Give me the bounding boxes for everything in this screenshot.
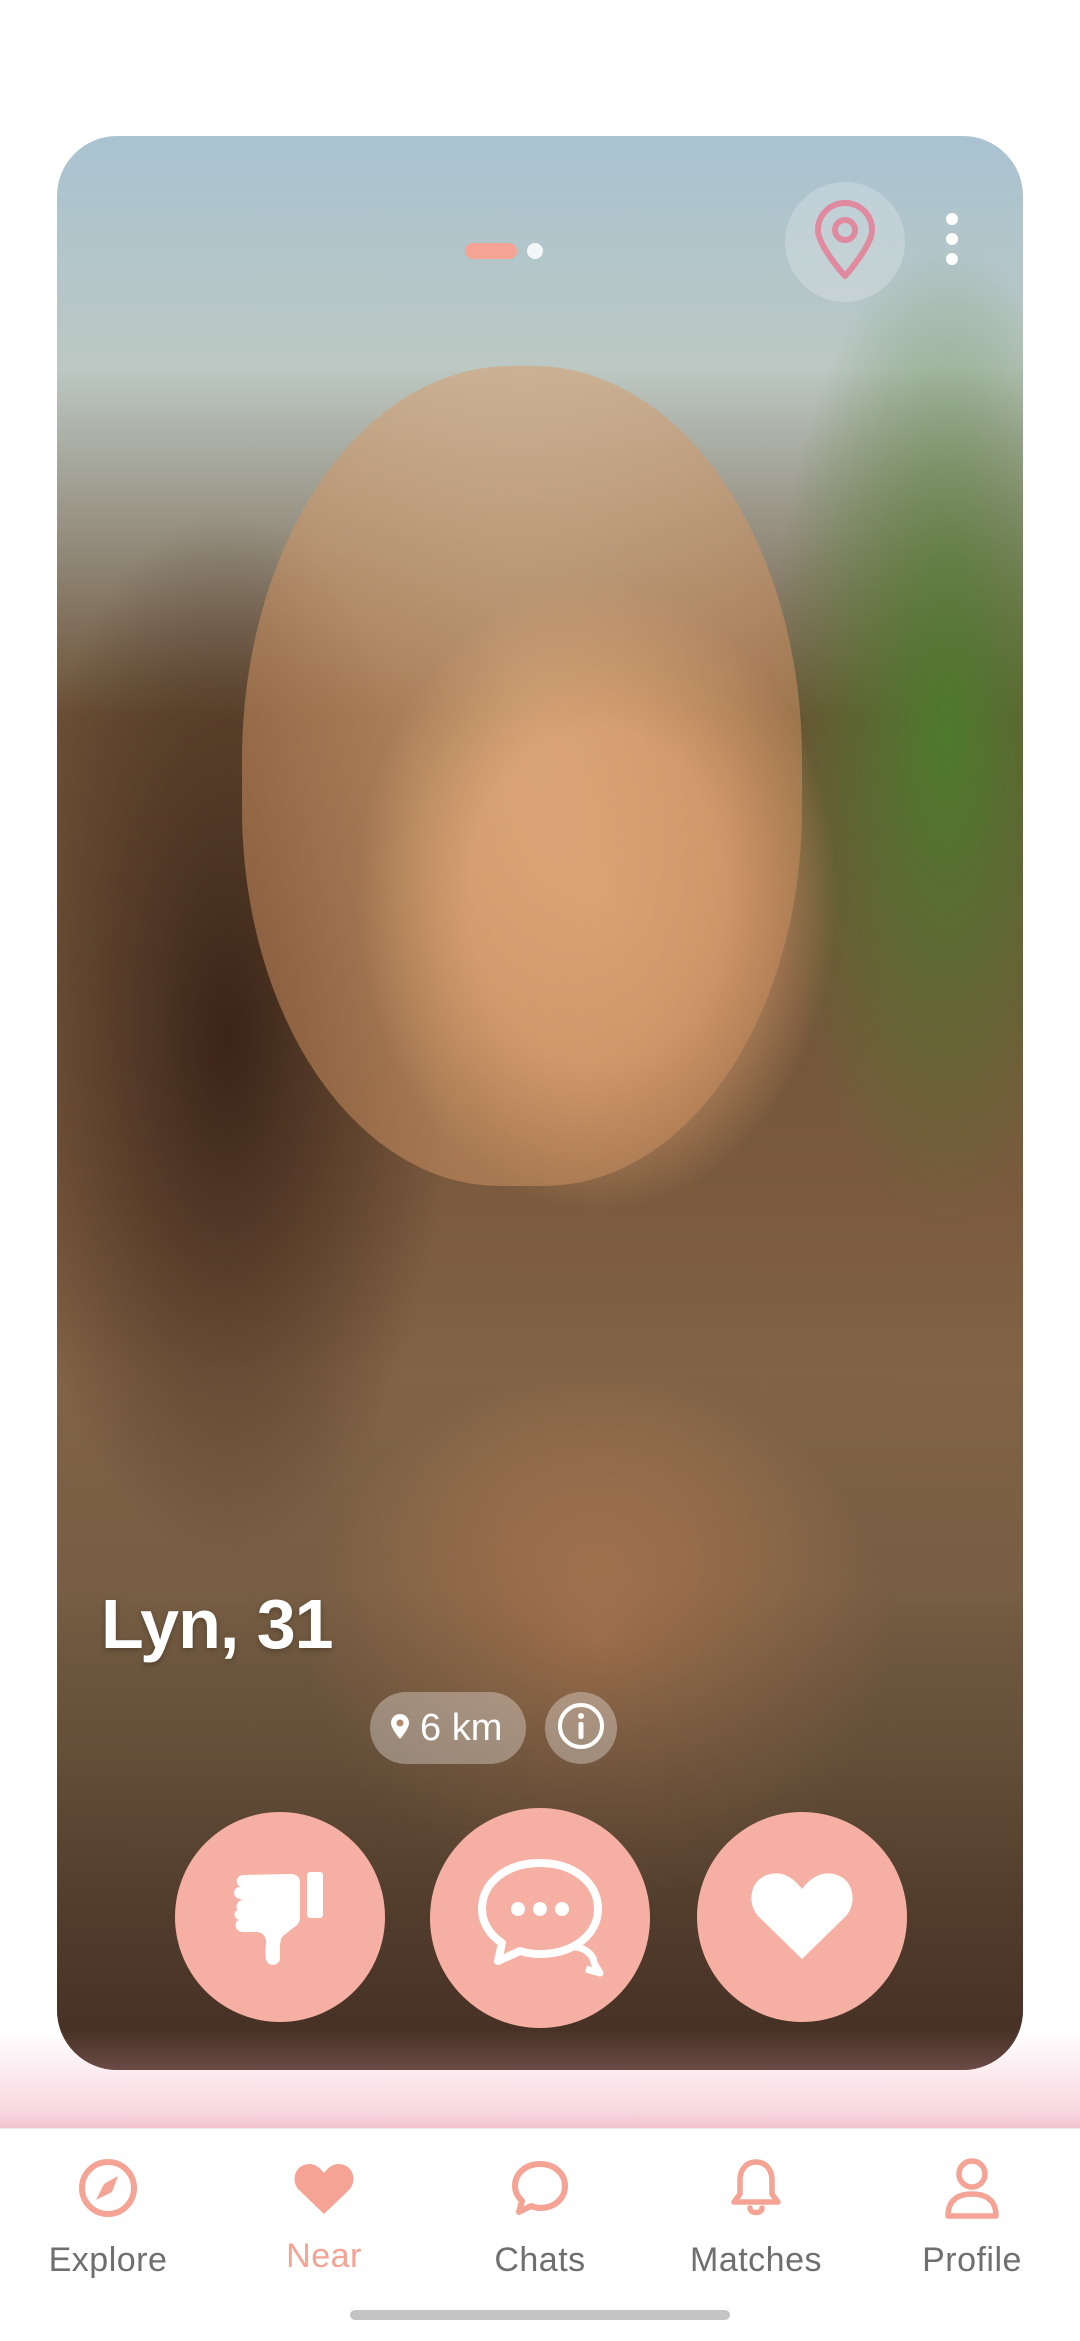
- nav-item-explore[interactable]: Explore: [18, 2153, 198, 2303]
- nav-item-matches[interactable]: Matches: [666, 2153, 846, 2303]
- card-shadow-glow: [0, 2030, 1080, 2130]
- location-button[interactable]: [785, 182, 905, 302]
- photo-pager[interactable]: [465, 243, 543, 259]
- nav-item-profile[interactable]: Profile: [882, 2153, 1062, 2303]
- nav-label-chats: Chats: [494, 2241, 586, 2279]
- distance-label: 6 km: [420, 1706, 503, 1749]
- bell-icon: [728, 2153, 784, 2223]
- location-pin-icon: [390, 1707, 410, 1750]
- nav-item-chats[interactable]: Chats: [450, 2153, 630, 2303]
- more-options-button[interactable]: [917, 206, 987, 276]
- heart-icon: [292, 2153, 356, 2223]
- status-bar: [0, 0, 1080, 100]
- info-icon: [556, 1701, 606, 1756]
- profile-card[interactable]: Lyn, 31 6 km: [57, 136, 1023, 2070]
- message-button[interactable]: [430, 1808, 650, 2028]
- chat-bubble-icon: [510, 2153, 570, 2223]
- chat-bubbles-icon: [470, 1851, 610, 1986]
- location-pin-icon: [812, 199, 878, 285]
- profile-info-button[interactable]: [545, 1692, 617, 1764]
- pager-indicator-active: [465, 243, 517, 259]
- thumbs-down-icon: [225, 1860, 335, 1975]
- more-vertical-icon: [944, 212, 960, 270]
- dislike-button[interactable]: [175, 1812, 385, 2022]
- nav-label-explore: Explore: [48, 2241, 168, 2279]
- user-icon: [942, 2153, 1002, 2223]
- pager-indicator: [527, 243, 543, 259]
- like-button[interactable]: [697, 1812, 907, 2022]
- home-indicator[interactable]: [350, 2310, 730, 2320]
- profile-name-age: Lyn, 31: [101, 1585, 334, 1663]
- nav-label-near: Near: [286, 2237, 362, 2275]
- nav-label-matches: Matches: [690, 2241, 822, 2279]
- heart-icon: [747, 1865, 857, 1970]
- compass-icon: [78, 2153, 138, 2223]
- profile-photo: [242, 366, 802, 1186]
- nav-label-profile: Profile: [922, 2241, 1022, 2279]
- distance-chip: 6 km: [370, 1692, 527, 1764]
- nav-item-near[interactable]: Near: [234, 2153, 414, 2303]
